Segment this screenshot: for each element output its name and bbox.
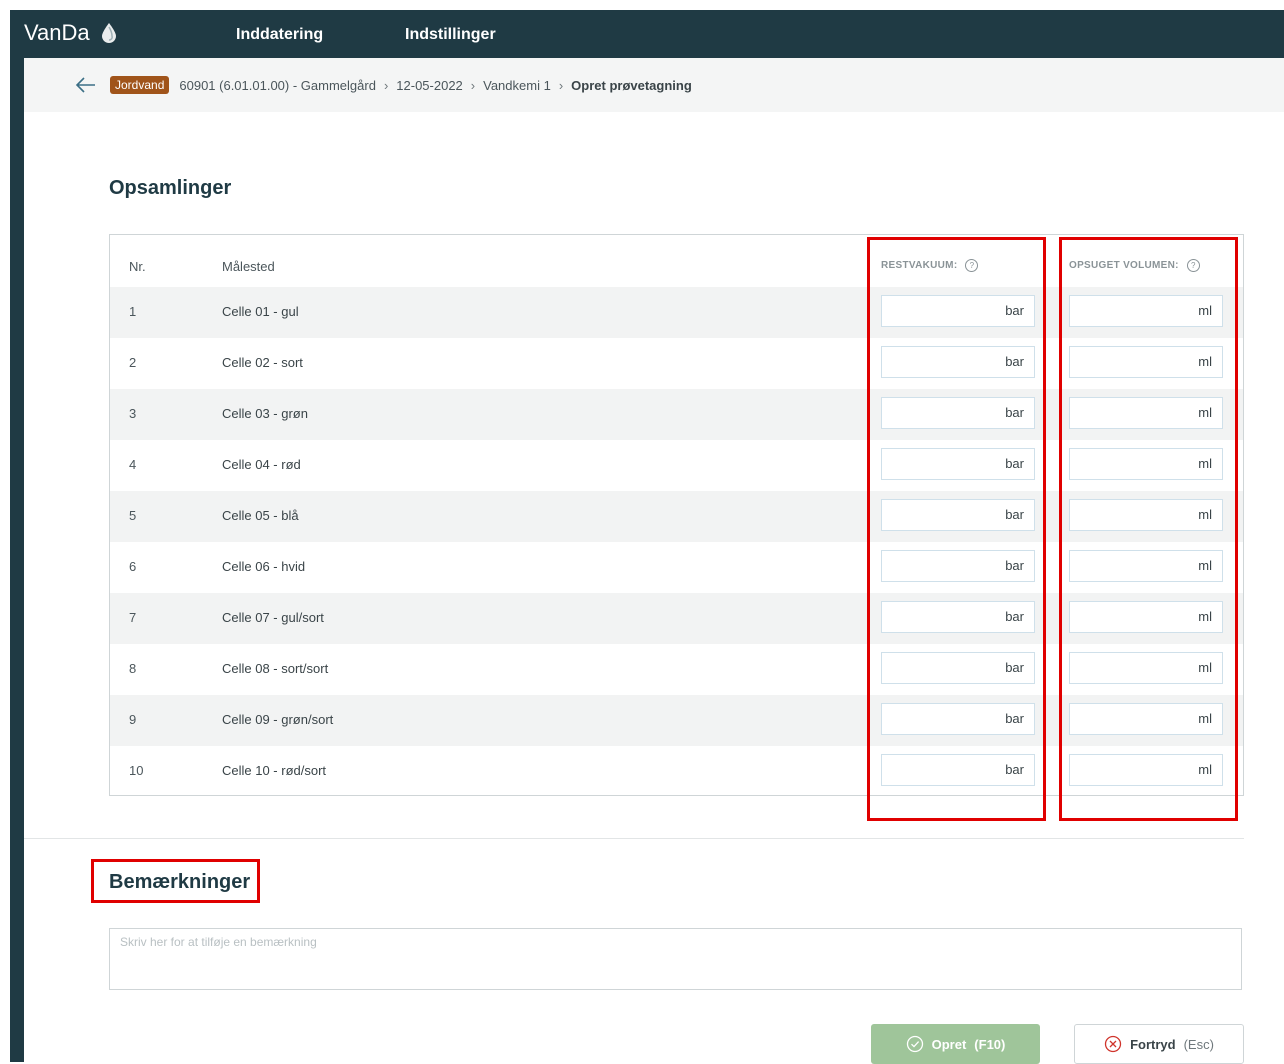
breadcrumb-vandkemi[interactable]: Vandkemi 1 [483,78,551,93]
chevron-right-icon: › [383,77,389,93]
row-malested: Celle 07 - gul/sort [222,610,324,625]
column-header-nr: Nr. [129,259,146,274]
x-circle-icon [1104,1035,1122,1053]
row-malested: Celle 08 - sort/sort [222,661,329,676]
section-divider [24,838,1244,839]
row-malested: Celle 06 - hvid [222,559,306,574]
row-number: 9 [129,712,137,727]
type-badge: Jordvand [110,76,170,94]
row-malested: Celle 05 - blå [222,508,299,523]
row-malested: Celle 10 - rød/sort [222,763,327,778]
column-header-malested: Målested [222,259,275,274]
nav-inddatering[interactable]: Inddatering [236,26,323,44]
row-malested: Celle 04 - rød [222,457,301,472]
breadcrumb-station[interactable]: 60901 (6.01.01.00) - Gammelgård [179,78,376,93]
nav-indstillinger[interactable]: Indstillinger [405,26,496,44]
section-title-opsamlinger: Opsamlinger [109,177,232,199]
create-button-label: Opret [931,1036,967,1052]
row-malested: Celle 02 - sort [222,355,303,370]
cancel-button-label: Fortryd [1130,1036,1176,1052]
cancel-button-shortcut: (Esc) [1183,1036,1214,1052]
row-number: 2 [129,355,137,370]
left-side-strip [10,58,24,1062]
remark-placeholder: Skriv her for at tilføje en bemærkning [120,935,317,949]
highlight-box-bemaerkninger [91,859,260,903]
arrow-left-icon[interactable] [74,74,98,96]
top-navigation-bar: VanDa Inddatering Indstillinger [10,10,1284,58]
create-button-shortcut: (F10) [974,1036,1006,1052]
row-number: 10 [129,763,144,778]
breadcrumb-bar: Jordvand 60901 (6.01.01.00) - Gammelgård… [24,58,1284,113]
app-logo[interactable]: VanDa [24,20,118,46]
cancel-button[interactable]: Fortryd (Esc) [1074,1024,1244,1064]
row-number: 1 [129,304,137,319]
row-malested: Celle 03 - grøn [222,406,308,421]
remark-textarea[interactable]: Skriv her for at tilføje en bemærkning [109,928,1242,990]
check-circle-icon [906,1035,923,1053]
row-number: 6 [129,559,137,574]
chevron-right-icon: › [470,77,476,93]
app-name: VanDa [24,20,90,45]
create-button[interactable]: Opret (F10) [871,1024,1040,1064]
chevron-right-icon: › [558,77,564,93]
row-number: 5 [129,508,137,523]
row-number: 7 [129,610,137,625]
highlight-box-restvakuum [867,237,1046,821]
breadcrumb-current: Opret prøvetagning [571,77,692,93]
row-number: 3 [129,406,137,421]
row-malested: Celle 09 - grøn/sort [222,712,334,727]
breadcrumb-date[interactable]: 12-05-2022 [396,78,463,93]
water-drop-icon [101,23,116,43]
row-number: 4 [129,457,137,472]
highlight-box-opsuget-volumen [1059,237,1238,821]
breadcrumb: Jordvand 60901 (6.01.01.00) - Gammelgård… [110,76,692,94]
row-number: 8 [129,661,137,676]
row-malested: Celle 01 - gul [222,304,299,319]
